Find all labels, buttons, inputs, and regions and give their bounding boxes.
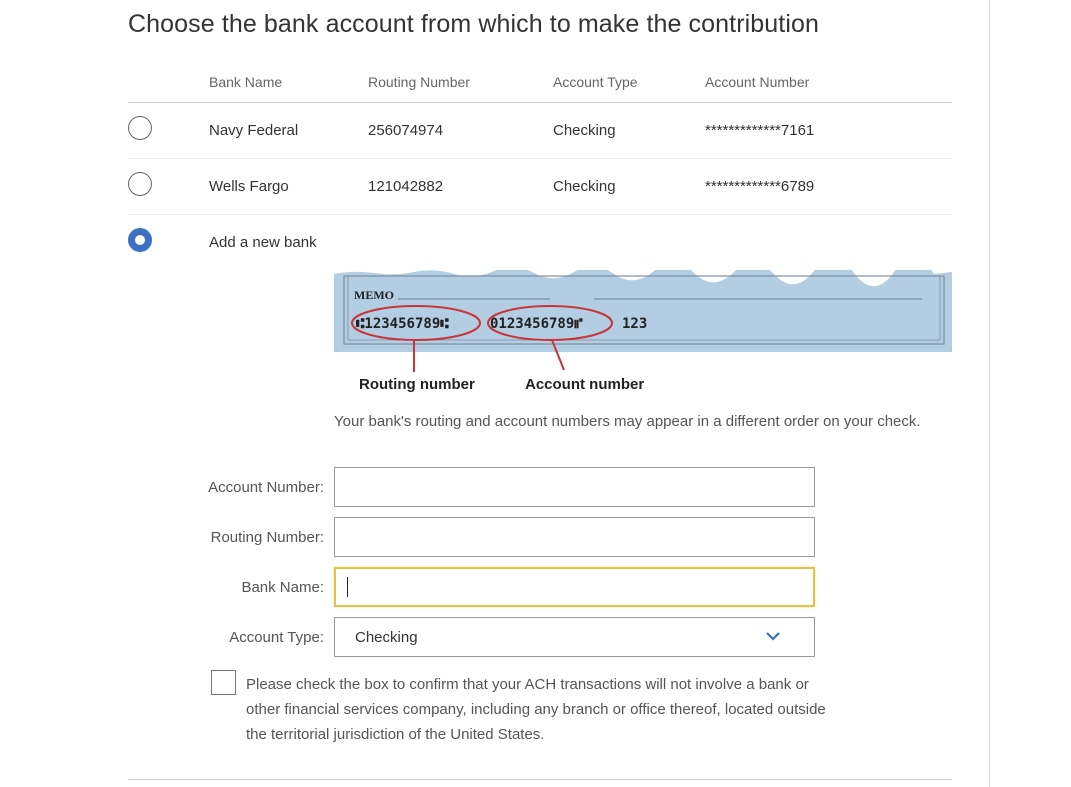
- col-bank-name: Bank Name: [209, 74, 283, 90]
- section-divider: [128, 779, 952, 780]
- micr-account: 0123456789⑈: [490, 316, 583, 332]
- table-header: Bank Name Routing Number Account Type Ac…: [128, 62, 952, 103]
- col-account-number: Account Number: [705, 74, 810, 90]
- routing-number-input[interactable]: [334, 517, 815, 557]
- account-number-input[interactable]: [334, 467, 815, 507]
- add-new-bank-row[interactable]: Add a new bank: [128, 215, 952, 270]
- chevron-down-icon: [766, 632, 780, 641]
- bank-name: Wells Fargo: [209, 178, 289, 195]
- account-number: *************6789: [705, 178, 815, 195]
- page-title: Choose the bank account from which to ma…: [128, 10, 820, 38]
- check-illustration: MEMO ⑆123456789⑆ 0123456789⑈ 123 Routing…: [334, 270, 952, 395]
- account-type: Checking: [553, 178, 616, 195]
- radio-navy-federal[interactable]: [128, 116, 152, 140]
- ach-confirm-checkbox[interactable]: [211, 670, 236, 695]
- col-routing-number: Routing Number: [368, 74, 470, 90]
- account-number-label: Account Number:: [208, 479, 324, 496]
- bank-name: Navy Federal: [209, 122, 299, 139]
- bank-name-label: Bank Name:: [241, 579, 324, 596]
- radio-add-new-bank[interactable]: [128, 228, 152, 252]
- add-new-bank-label: Add a new bank: [209, 234, 317, 251]
- account-type-label: Account Type:: [229, 629, 324, 646]
- account-type-value: Checking: [355, 629, 418, 646]
- routing-number-label: Routing Number:: [210, 529, 324, 546]
- routing-number: 256074974: [368, 122, 444, 139]
- col-account-type: Account Type: [553, 74, 638, 90]
- ach-confirm-text: Please check the box to confirm that you…: [246, 676, 826, 743]
- routing-number: 121042882: [368, 178, 444, 195]
- micr-check-number: 123: [622, 316, 647, 332]
- account-number: *************7161: [705, 122, 815, 139]
- bank-name-input[interactable]: [334, 567, 815, 607]
- right-divider: [989, 0, 990, 787]
- memo-label: MEMO: [354, 288, 394, 302]
- table-row[interactable]: Navy Federal 256074974 Checking ********…: [128, 103, 952, 159]
- micr-routing: ⑆123456789⑆: [356, 316, 449, 332]
- account-caption: Account number: [525, 376, 644, 393]
- account-type-select[interactable]: Checking: [334, 617, 815, 657]
- account-type: Checking: [553, 122, 616, 139]
- text-cursor: [347, 577, 348, 597]
- order-note: Your bank's routing and account numbers …: [334, 413, 921, 430]
- radio-wells-fargo[interactable]: [128, 172, 152, 196]
- table-row[interactable]: Wells Fargo 121042882 Checking *********…: [128, 159, 952, 215]
- routing-caption: Routing number: [359, 376, 475, 393]
